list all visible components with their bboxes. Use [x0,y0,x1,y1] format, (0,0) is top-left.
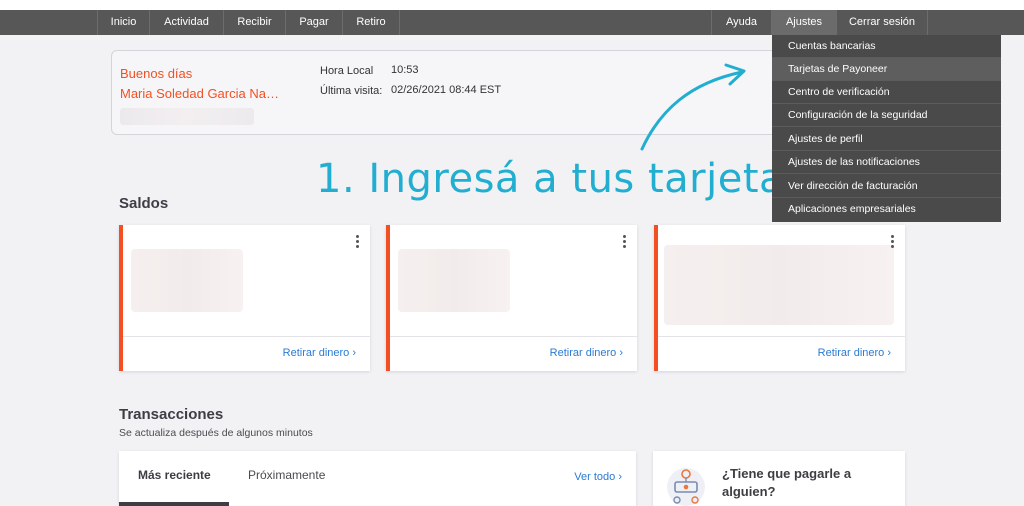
nav-separator [927,10,928,35]
blurred-account-info [120,108,254,125]
local-time-value: 10:53 [391,64,419,76]
nav-item-pagar[interactable]: Pagar [286,10,342,35]
transactions-subtitle: Se actualiza después de algunos minutos [119,427,313,439]
pay-someone-text: ¿Tiene que pagarle a alguien? [722,466,852,499]
balance-card: Retirar dinero › [119,225,370,371]
nav-separator [399,10,400,35]
annotation-arrow-icon [640,63,746,151]
active-tab-indicator [119,502,229,506]
payment-illustration-icon [667,468,705,506]
balances-heading: Saldos [119,195,169,212]
nav-item-ayuda[interactable]: Ayuda [712,10,771,35]
menu-item-configuracion-seguridad[interactable]: Configuración de la seguridad [772,104,1001,127]
menu-item-cuentas-bancarias[interactable]: Cuentas bancarias [772,35,1001,58]
top-navigation-bar: Inicio Actividad Recibir Pagar Retiro Ay… [0,10,1024,35]
menu-item-aplicaciones-empresariales[interactable]: Aplicaciones empresariales [772,198,1001,221]
transactions-heading: Transacciones [119,406,224,423]
withdraw-link[interactable]: Retirar dinero › [818,347,891,359]
nav-item-ajustes[interactable]: Ajustes [772,10,836,35]
nav-item-actividad[interactable]: Actividad [150,10,223,35]
see-all-link[interactable]: Ver todo › [574,471,622,483]
menu-item-direccion-facturacion[interactable]: Ver dirección de facturación [772,175,1001,198]
menu-item-ajustes-notificaciones[interactable]: Ajustes de las notificaciones [772,151,1001,174]
more-options-icon[interactable] [356,235,360,251]
balance-card: Retirar dinero › [386,225,637,371]
tab-upcoming[interactable]: Próximamente [248,468,325,482]
withdraw-link[interactable]: Retirar dinero › [283,347,356,359]
local-time-label: Hora Local [320,65,374,77]
menu-item-centro-verificacion[interactable]: Centro de verificación [772,81,1001,104]
settings-dropdown-menu: Cuentas bancarias Tarjetas de Payoneer C… [772,35,1001,222]
card-divider [390,336,637,337]
withdraw-link[interactable]: Retirar dinero › [550,347,623,359]
card-divider [123,336,370,337]
nav-item-retiro[interactable]: Retiro [343,10,399,35]
greeting-text: Buenos días [120,66,193,81]
blurred-balance [131,249,243,312]
transactions-card: Más reciente Próximamente Ver todo › [119,451,636,506]
menu-item-ajustes-perfil[interactable]: Ajustes de perfil [772,128,1001,151]
last-visit-value: 02/26/2021 08:44 EST [391,84,502,96]
nav-item-recibir[interactable]: Recibir [224,10,285,35]
nav-item-cerrar-sesion[interactable]: Cerrar sesión [837,10,927,35]
nav-item-inicio[interactable]: Inicio [98,10,149,35]
page: Inicio Actividad Recibir Pagar Retiro Ay… [0,0,1024,506]
menu-item-tarjetas-payoneer[interactable]: Tarjetas de Payoneer [772,58,1001,81]
blurred-balance [398,249,510,312]
card-divider [658,336,905,337]
pay-someone-card[interactable]: ¿Tiene que pagarle a alguien? [653,451,905,506]
more-options-icon[interactable] [891,235,895,251]
tab-most-recent[interactable]: Más reciente [138,468,211,482]
blurred-balance [664,245,894,325]
last-visit-label: Última visita: [320,85,383,97]
more-options-icon[interactable] [623,235,627,251]
balance-card: Retirar dinero › [654,225,905,371]
tutorial-annotation: 1. Ingresá a tus tarjetas [316,156,806,202]
user-name: Maria Soledad Garcia Na… [120,86,279,101]
